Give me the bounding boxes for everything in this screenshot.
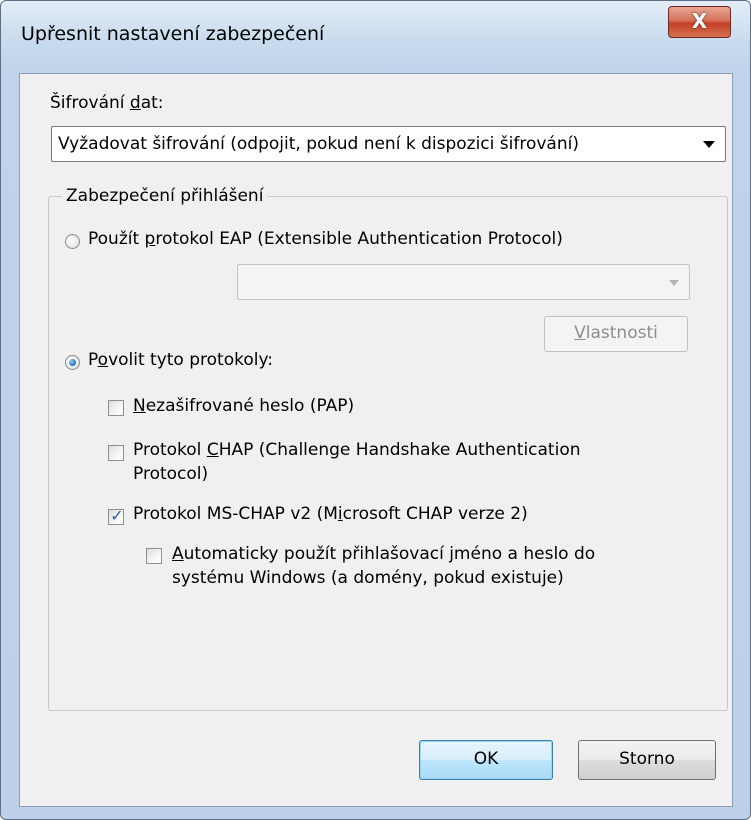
auto-logon-checkbox[interactable] bbox=[146, 548, 162, 564]
encryption-label: Šifrování dat: bbox=[50, 93, 164, 113]
encryption-dropdown[interactable]: Vyžadovat šifrování (odpojit, pokud není… bbox=[51, 126, 726, 162]
close-button[interactable]: X bbox=[668, 6, 731, 38]
chevron-down-icon bbox=[669, 280, 679, 286]
eap-method-dropdown[interactable] bbox=[237, 264, 690, 300]
mschapv2-checkbox-label[interactable]: Protokol MS-CHAP v2 (Microsoft CHAP verz… bbox=[133, 504, 528, 524]
mschapv2-checkbox[interactable]: ✓ bbox=[108, 506, 124, 525]
dialog-content: Šifrování dat: Vyžadovat šifrování (odpo… bbox=[19, 73, 733, 807]
logon-security-group-title: Zabezpečení přihlášení bbox=[62, 186, 268, 206]
properties-button[interactable]: Vlastnosti bbox=[544, 316, 688, 352]
window-title: Upřesnit nastavení zabezpečení bbox=[21, 23, 325, 45]
close-icon: X bbox=[691, 9, 708, 33]
auto-logon-checkbox-label-line2[interactable]: systému Windows (a domény, pokud existuj… bbox=[172, 568, 564, 588]
chap-checkbox-label-line2[interactable]: Protocol) bbox=[133, 464, 208, 484]
chap-checkbox[interactable] bbox=[108, 445, 124, 461]
pap-checkbox[interactable] bbox=[108, 400, 124, 416]
chap-checkbox-label[interactable]: Protokol CHAP (Challenge Handshake Authe… bbox=[133, 440, 581, 460]
ok-button[interactable]: OK bbox=[419, 740, 553, 780]
allow-protocols-label[interactable]: Povolit tyto protokoly: bbox=[88, 350, 273, 370]
dialog-window: Upřesnit nastavení zabezpečení X Šifrová… bbox=[0, 0, 751, 820]
chevron-down-icon bbox=[703, 141, 715, 148]
pap-checkbox-label[interactable]: Nezašifrované heslo (PAP) bbox=[133, 396, 354, 416]
checkmark-icon: ✓ bbox=[110, 506, 124, 525]
eap-radio-label[interactable]: Použít protokol EAP (Extensible Authenti… bbox=[88, 229, 563, 249]
encryption-selected-value: Vyžadovat šifrování (odpojit, pokud není… bbox=[58, 134, 579, 154]
auto-logon-checkbox-label[interactable]: Automaticky použít přihlašovací jméno a … bbox=[172, 544, 595, 564]
allow-protocols-radio[interactable] bbox=[65, 355, 80, 370]
cancel-button[interactable]: Storno bbox=[578, 740, 716, 780]
eap-radio[interactable] bbox=[65, 234, 80, 249]
